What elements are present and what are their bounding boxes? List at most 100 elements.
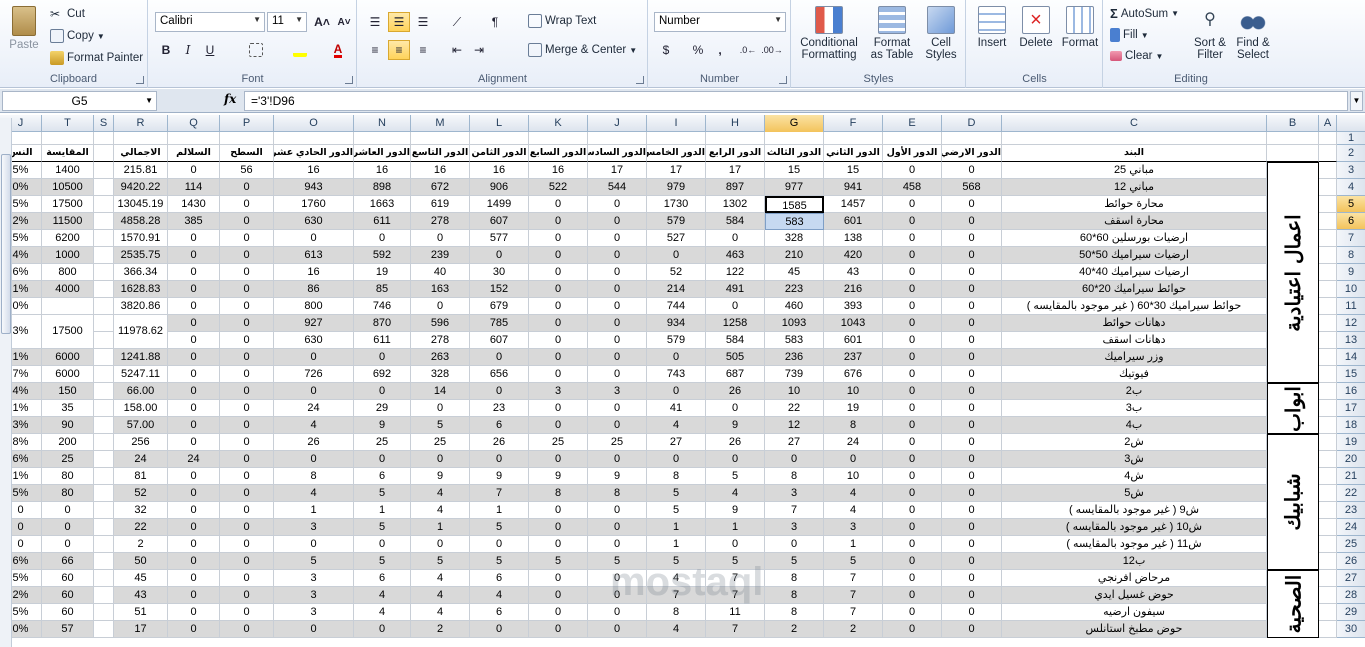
table-cell[interactable]: 4 [274,485,354,502]
table-cell[interactable]: 4 [411,570,470,587]
table-cell[interactable]: 60 [42,604,94,621]
table-cell[interactable] [94,315,114,332]
table-cell[interactable]: 7 [470,485,529,502]
table-cell[interactable] [1319,451,1337,468]
table-cell[interactable]: 57 [42,621,94,638]
table-cell[interactable]: 2 [114,536,168,553]
table-cell[interactable]: 977 [765,179,824,196]
column-header-G[interactable]: G [765,115,824,132]
table-cell[interactable]: 5 [647,502,706,519]
row-header-9[interactable]: 9 [1337,264,1365,281]
table-cell[interactable]: 236 [765,349,824,366]
table-cell[interactable]: 613 [274,247,354,264]
table-cell[interactable]: 0 [274,621,354,638]
table-cell[interactable]: 0 [883,162,942,179]
table-cell[interactable]: 51 [114,604,168,621]
table-cell[interactable]: 0 [470,349,529,366]
header-cell-I[interactable]: الدور الخامس [647,145,706,162]
expand-formula-icon[interactable]: ▼ [1350,91,1363,111]
table-cell[interactable]: 0 [168,434,220,451]
table-cell[interactable]: 0 [168,519,220,536]
table-cell[interactable]: 45 [114,570,168,587]
table-cell[interactable]: 9 [411,468,470,485]
table-cell[interactable]: 4858.28 [114,213,168,230]
table-cell[interactable]: 385 [168,213,220,230]
table-cell[interactable]: 25 [588,434,647,451]
row-header-30[interactable]: 30 [1337,621,1365,638]
table-cell[interactable]: 0 [883,485,942,502]
item-name-cell[interactable]: ش4 [1002,468,1267,485]
table-cell[interactable]: 0 [588,587,647,604]
table-cell[interactable]: 7 [706,621,765,638]
cell-J21[interactable] [588,132,647,145]
table-cell[interactable]: 237 [824,349,883,366]
table-cell[interactable]: 0 [588,417,647,434]
table-cell[interactable]: 0 [274,349,354,366]
table-cell[interactable] [1319,281,1337,298]
grow-font-button[interactable]: A˄ [311,12,333,32]
table-cell[interactable] [94,604,114,621]
table-cell[interactable]: 0 [883,366,942,383]
table-cell[interactable]: 1 [274,502,354,519]
table-cell[interactable]: 0 [529,570,588,587]
table-cell[interactable]: 6000 [42,366,94,383]
table-cell[interactable]: 4 [647,570,706,587]
table-cell[interactable]: 687 [706,366,765,383]
table-cell[interactable]: 0 [411,536,470,553]
table-cell[interactable]: 0 [883,553,942,570]
row-header-8[interactable]: 8 [1337,247,1365,264]
column-header-K[interactable]: K [529,115,588,132]
table-cell[interactable]: 0 [42,502,94,519]
table-cell[interactable]: 0 [168,502,220,519]
group-label-cell[interactable]: ابواب [1267,383,1319,434]
table-cell[interactable]: 2 [765,621,824,638]
table-cell[interactable]: 27 [647,434,706,451]
table-cell[interactable]: 9 [706,502,765,519]
header-cell-P[interactable]: السطح [220,145,274,162]
table-cell[interactable]: 52 [647,264,706,281]
table-cell[interactable]: 0 [220,417,274,434]
table-cell[interactable] [1319,349,1337,366]
table-cell[interactable]: 0 [220,451,274,468]
table-cell[interactable]: 163 [411,281,470,298]
table-cell[interactable]: 5 [411,417,470,434]
table-cell[interactable]: 10 [824,383,883,400]
table-cell[interactable]: 0 [588,332,647,349]
table-cell[interactable]: 11 [706,604,765,621]
table-cell[interactable]: 601 [824,213,883,230]
item-name-cell[interactable]: فيوتيك [1002,366,1267,383]
table-cell[interactable]: 16 [470,162,529,179]
header-cell-T[interactable]: المقايسة [42,145,94,162]
item-name-cell[interactable]: ارضيات سيراميك 50*50 [1002,247,1267,264]
table-cell[interactable]: 800 [274,298,354,315]
increase-indent-button[interactable]: ⇥ [468,40,490,60]
table-cell[interactable] [1319,383,1337,400]
table-cell[interactable]: 0 [883,247,942,264]
table-cell[interactable]: 7 [647,587,706,604]
table-cell[interactable]: 0 [529,502,588,519]
table-cell[interactable]: 0 [942,349,1002,366]
table-cell[interactable]: 9 [529,468,588,485]
table-cell[interactable] [1319,519,1337,536]
table-cell[interactable]: 8 [765,587,824,604]
table-cell[interactable]: 7 [706,570,765,587]
row-header-21[interactable]: 21 [1337,468,1365,485]
table-cell[interactable]: 256 [114,434,168,451]
item-name-cell[interactable]: ب12 [1002,553,1267,570]
column-header-A[interactable]: A [1319,115,1337,132]
table-cell[interactable]: 0 [220,281,274,298]
table-cell[interactable]: 0 [942,468,1002,485]
table-cell[interactable]: 0 [942,366,1002,383]
table-cell[interactable]: 0 [168,332,220,349]
row-header-10[interactable]: 10 [1337,281,1365,298]
table-cell[interactable]: 906 [470,179,529,196]
table-cell[interactable] [1319,468,1337,485]
item-name-cell[interactable]: ارضيات بورسلين 60*60 [1002,230,1267,247]
table-cell[interactable]: 15 [765,162,824,179]
table-cell[interactable]: 692 [354,366,411,383]
row-header-15[interactable]: 15 [1337,366,1365,383]
table-cell[interactable]: 1457 [824,196,883,213]
item-name-cell[interactable]: ب4 [1002,417,1267,434]
table-cell[interactable]: 0 [168,604,220,621]
table-cell[interactable]: 0 [411,400,470,417]
